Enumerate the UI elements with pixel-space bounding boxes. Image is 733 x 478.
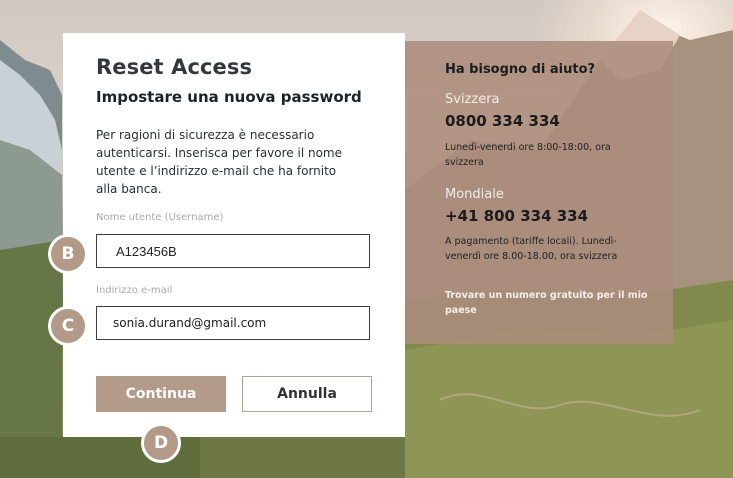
reset-access-form-panel: Reset Access Impostare una nuova passwor… (63, 33, 405, 437)
switzerland-label: Svizzera (445, 92, 500, 107)
help-title: Ha bisogno di aiuto? (445, 62, 596, 77)
email-label: Indirizzo e-mail (96, 285, 173, 296)
switzerland-hours: Lunedì-venerdì ore 8:00-18:00, ora svizz… (445, 142, 611, 168)
email-input[interactable] (96, 306, 370, 340)
marker-c: C (48, 306, 88, 346)
page-title: Reset Access (96, 55, 253, 79)
page-subtitle: Impostare una nuova password (96, 88, 362, 106)
free-number-link[interactable]: Trovare un numero gratuito per il mio pa… (445, 288, 655, 318)
username-input[interactable] (96, 234, 370, 268)
world-phone: +41 800 334 334 (445, 207, 589, 225)
help-panel: Ha bisogno di aiuto? Svizzera 0800 334 3… (405, 41, 673, 344)
marker-b: B (48, 234, 88, 274)
username-label: Nome utente (Username) (96, 212, 224, 223)
world-label: Mondiale (445, 187, 504, 202)
instructions-text: Per ragioni di sicurezza è necessario au… (96, 128, 342, 196)
marker-d: D (141, 423, 181, 463)
switzerland-phone: 0800 334 334 (445, 112, 560, 130)
continue-button[interactable]: Continua (96, 376, 226, 412)
cancel-button[interactable]: Annulla (242, 376, 372, 412)
world-info: A pagamento (tariffe locali). Lunedì-ven… (445, 236, 618, 262)
